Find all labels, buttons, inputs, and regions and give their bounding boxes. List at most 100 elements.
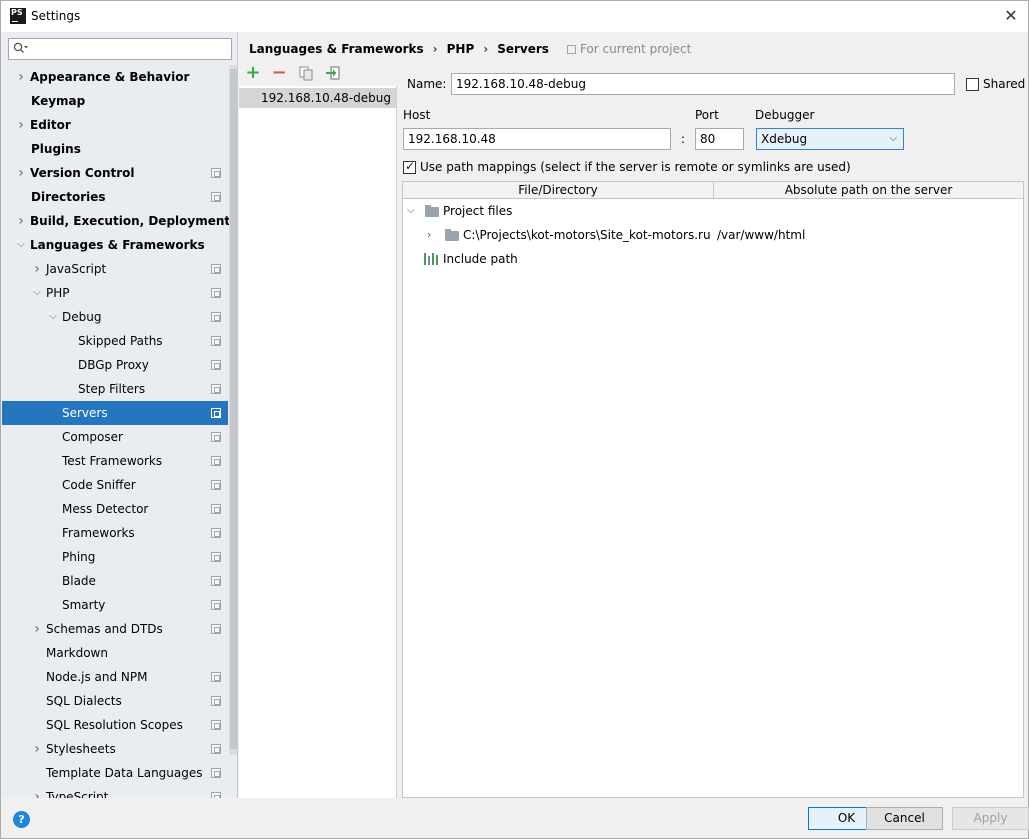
remove-icon[interactable]: − (270, 64, 288, 82)
breadcrumb-languages: Languages & Frameworks (249, 42, 424, 56)
chevron-down-icon: ⌵ (889, 133, 897, 144)
sidebar-item[interactable]: › Appearance & Behavior (2, 65, 228, 89)
sidebar-item-label: Template Data Languages (46, 766, 203, 780)
include-path-row[interactable]: Include path (403, 248, 1023, 270)
sidebar-item[interactable]: › TypeScript (2, 785, 228, 798)
host-input[interactable]: 192.168.10.48 (403, 128, 671, 150)
servers-toolbar: + − (239, 62, 397, 86)
project-files-row[interactable]: ⌵ Project files (403, 200, 1023, 222)
port-label: Port (695, 108, 719, 122)
sidebar-item[interactable]: Skipped Paths (2, 329, 228, 353)
sidebar-item[interactable]: SQL Dialects (2, 689, 228, 713)
column-header-server-path[interactable]: Absolute path on the server (714, 182, 1023, 199)
name-input[interactable]: 192.168.10.48-debug (451, 73, 955, 95)
sidebar-item[interactable]: ⌵ Debug (2, 305, 228, 329)
use-path-mappings-checkbox[interactable] (403, 159, 416, 174)
sidebar-item-label: Code Sniffer (62, 478, 136, 492)
sidebar-item[interactable]: Node.js and NPM (2, 665, 228, 689)
chevron-right-icon[interactable]: › (32, 737, 42, 761)
import-icon[interactable] (324, 64, 342, 82)
server-list-item[interactable]: 192.168.10.48-debug (239, 88, 396, 108)
sidebar-item[interactable]: Mess Detector (2, 497, 228, 521)
table-header: File/Directory Absolute path on the serv… (403, 182, 1023, 199)
sidebar-item[interactable]: DBGp Proxy (2, 353, 228, 377)
sidebar-item-label: Keymap (31, 94, 86, 108)
sidebar-item-label: Debug (62, 310, 102, 324)
sidebar-item[interactable]: Step Filters (2, 377, 228, 401)
sidebar-scrollbar[interactable] (229, 65, 237, 755)
close-icon[interactable]: ✕ (1000, 5, 1022, 27)
sidebar-item[interactable]: Directories (2, 185, 228, 209)
sidebar-item[interactable]: › Version Control (2, 161, 228, 185)
settings-sidebar: › Appearance & Behavior Keymap › Editor Plugi… (2, 32, 238, 798)
project-scope-icon (211, 336, 221, 346)
sidebar-scrollbar-thumb[interactable] (230, 69, 237, 749)
search-field[interactable] (31, 40, 229, 58)
sidebar-item[interactable]: Frameworks (2, 521, 228, 545)
table-row[interactable]: › C:\Projects\kot-motors\Site_kot-motors… (403, 224, 1023, 246)
project-scope-icon (211, 552, 221, 562)
shared-checkbox[interactable] (966, 78, 979, 91)
sidebar-item[interactable]: › Stylesheets (2, 737, 228, 761)
chevron-right-icon[interactable]: › (16, 161, 26, 185)
sidebar-item[interactable]: Blade (2, 569, 228, 593)
title-bar: PS Settings ✕ (1, 1, 1028, 32)
sidebar-item-label: Step Filters (78, 382, 146, 396)
sidebar-item[interactable]: Markdown (2, 641, 228, 665)
project-files-label: Project files (443, 204, 513, 218)
add-icon[interactable]: + (244, 64, 262, 82)
project-scope-icon (211, 408, 221, 418)
sidebar-item[interactable]: Code Sniffer (2, 473, 228, 497)
sidebar-item[interactable]: SQL Resolution Scopes (2, 713, 228, 737)
sidebar-item[interactable]: › Build, Execution, Deployment (2, 209, 231, 233)
project-scope-icon (211, 768, 221, 778)
sidebar-item[interactable]: Servers (2, 401, 228, 425)
sidebar-item-label: Build, Execution, Deployment (30, 214, 231, 228)
sidebar-item[interactable]: Smarty (2, 593, 228, 617)
chevron-right-icon[interactable]: › (16, 113, 26, 137)
debugger-selected-value: Xdebug (761, 132, 808, 146)
project-scope-note: For current project (566, 42, 691, 56)
sidebar-item[interactable]: › JavaScript (2, 257, 228, 281)
port-input[interactable]: 80 (695, 128, 744, 150)
debugger-select[interactable]: Xdebug ⌵ (756, 128, 904, 150)
sidebar-item-label: Phing (62, 550, 96, 564)
column-header-file-directory[interactable]: File/Directory (403, 182, 713, 199)
local-path: C:\Projects\kot-motors\Site_kot-motors.r… (463, 228, 711, 242)
breadcrumb-separator: › (432, 42, 438, 56)
sidebar-item[interactable]: ⌵ PHP (2, 281, 228, 305)
search-input[interactable] (8, 38, 232, 60)
help-icon[interactable]: ? (13, 811, 30, 828)
chevron-right-icon[interactable]: › (32, 617, 42, 641)
sidebar-item[interactable]: Plugins (2, 137, 228, 161)
sidebar-item-label: DBGp Proxy (78, 358, 149, 372)
chevron-down-icon[interactable]: ⌵ (32, 281, 42, 305)
folder-icon (425, 205, 439, 217)
breadcrumb-php: PHP (446, 42, 475, 56)
server-path[interactable]: /var/www/html (717, 224, 805, 246)
sidebar-item-label: Schemas and DTDs (46, 622, 163, 636)
chevron-right-icon[interactable]: › (32, 785, 42, 798)
sidebar-item[interactable]: Test Frameworks (2, 449, 228, 473)
sidebar-item[interactable]: Template Data Languages (2, 761, 228, 785)
chevron-right-icon[interactable]: › (16, 209, 26, 233)
sidebar-item[interactable]: › Schemas and DTDs (2, 617, 228, 641)
cancel-button[interactable]: Cancel (866, 807, 943, 830)
chevron-down-icon[interactable]: ⌵ (16, 233, 26, 257)
chevron-right-icon[interactable]: › (16, 65, 26, 89)
breadcrumb-servers: Servers (497, 42, 549, 56)
project-scope-icon (211, 744, 221, 754)
copy-icon[interactable] (297, 64, 315, 82)
sidebar-item[interactable]: Composer (2, 425, 228, 449)
sidebar-item[interactable]: Phing (2, 545, 228, 569)
sidebar-item[interactable]: › Editor (2, 113, 228, 137)
chevron-right-icon[interactable]: › (32, 257, 42, 281)
sidebar-item-label: SQL Dialects (46, 694, 122, 708)
host-port-separator: : (681, 132, 686, 146)
sidebar-item[interactable]: Keymap (2, 89, 228, 113)
chevron-down-icon[interactable]: ⌵ (48, 305, 58, 329)
project-scope-icon (211, 312, 221, 322)
apply-button[interactable]: Apply (952, 807, 1029, 830)
sidebar-item[interactable]: ⌵ Languages & Frameworks (2, 233, 228, 257)
sidebar-item-label: Mess Detector (62, 502, 149, 516)
